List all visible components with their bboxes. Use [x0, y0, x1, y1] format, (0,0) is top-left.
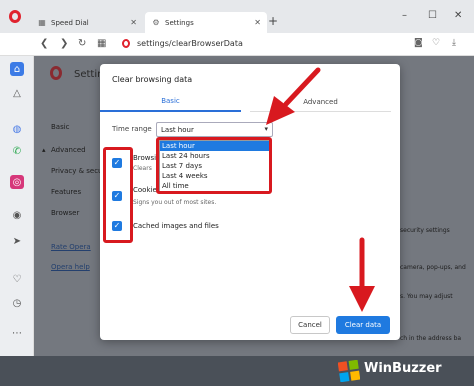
annotation-arrows [266, 67, 375, 312]
winbuzzer-logo-icon [338, 360, 360, 382]
arrow-to-dropdown-icon [266, 67, 321, 125]
watermark-text: WinBuzzer [364, 361, 442, 376]
arrow-to-clear-icon [349, 237, 375, 312]
